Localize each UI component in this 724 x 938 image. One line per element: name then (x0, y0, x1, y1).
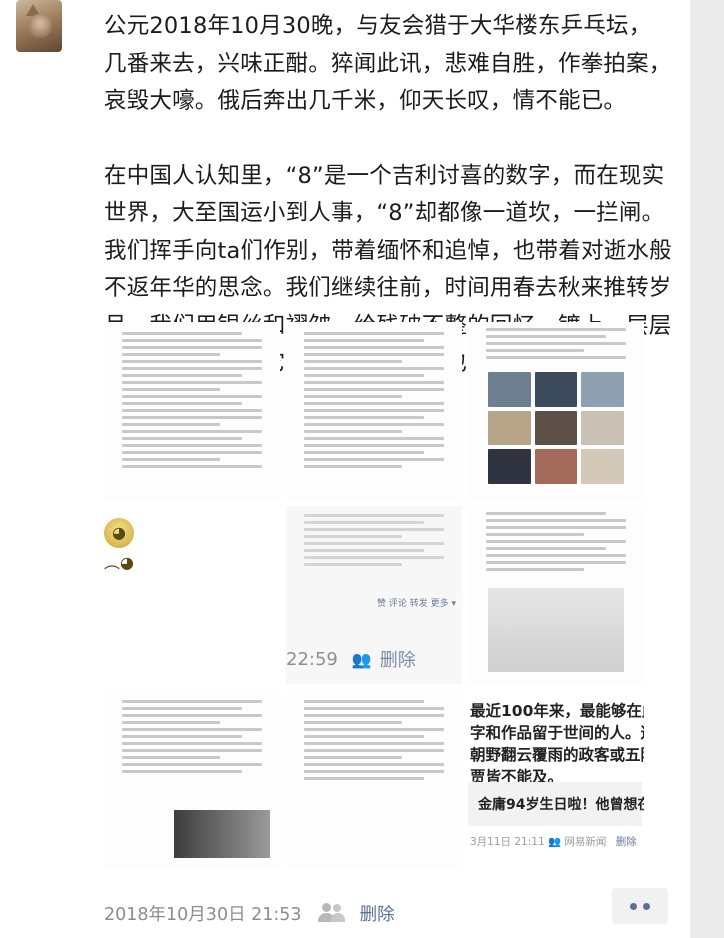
news-meta: 3月11日 21:11 👥 网易新闻 删除 (470, 834, 637, 849)
grid-image-4[interactable]: ◕︵◕ (104, 506, 280, 684)
news-excerpt: 最近100年来，最能够在此后10 字和作品留于世间的人。这份 朝野翻云覆雨的政客… (470, 700, 644, 788)
people-icon: 👥 (351, 649, 372, 669)
moment-delete-link: 删除 (379, 650, 416, 671)
post-footer: 2018年10月30日 21:53 删除 (104, 896, 674, 930)
photo-collage (488, 372, 624, 484)
delete-link[interactable]: 删除 (360, 901, 395, 926)
post-paragraph-1: 公元2018年10月30晚，与友会猎于大华楼东乒乓坛，几番来去，兴味正酣。猝闻此… (104, 13, 672, 114)
article-screenshot (488, 588, 624, 672)
news-line: 字和作品留于世间的人。这份 (470, 724, 644, 742)
avatar[interactable] (16, 0, 62, 52)
dot (643, 902, 650, 910)
news-line: 朝野翻云覆雨的政客或五陵裘 (470, 746, 644, 764)
image-grid: ◕︵◕ 赞 评论 转发 更多 ▾ 22:59 👥 删除 最近100年来，最能够在 (104, 322, 660, 874)
news-line: 最近100年来，最能够在此后10 (470, 702, 644, 720)
moment-meta: 22:59 👥 删除 (286, 646, 416, 672)
cat-face (28, 14, 52, 38)
grid-image-8[interactable] (286, 690, 462, 868)
post-timestamp: 2018年10月30日 21:53 (104, 904, 302, 925)
news-meta-time: 3月11日 21:11 (470, 836, 545, 848)
grid-image-7[interactable] (104, 690, 280, 868)
grid-image-3[interactable] (468, 322, 644, 500)
more-dots-icon[interactable] (612, 888, 668, 924)
visibility-people-icon[interactable] (317, 903, 346, 923)
grid-image-6[interactable] (468, 506, 644, 684)
moment-toolbar: 赞 评论 转发 更多 ▾ (377, 599, 456, 609)
news-meta-source: 网易新闻 (564, 836, 607, 848)
news-card-title: 金庸94岁生日啦！他曾想在 (478, 797, 644, 813)
dot (630, 902, 637, 910)
moment-time: 22:59 (286, 648, 338, 670)
news-meta-delete: 删除 (615, 836, 637, 848)
news-link-card: 金庸94岁生日啦！他曾想在 (468, 782, 644, 826)
right-scroll-rail (690, 0, 724, 938)
portrait-photo (174, 810, 270, 858)
grid-image-9[interactable]: 最近100年来，最能够在此后10 字和作品留于世间的人。这份 朝野翻云覆雨的政客… (468, 690, 644, 868)
grid-image-2[interactable] (286, 322, 462, 500)
grid-image-1[interactable] (104, 322, 280, 500)
crying-emoji-icon: ◕︵◕ (104, 518, 134, 572)
grid-image-5[interactable]: 赞 评论 转发 更多 ▾ 22:59 👥 删除 (286, 506, 462, 684)
people-icon: 👥 (547, 836, 565, 848)
